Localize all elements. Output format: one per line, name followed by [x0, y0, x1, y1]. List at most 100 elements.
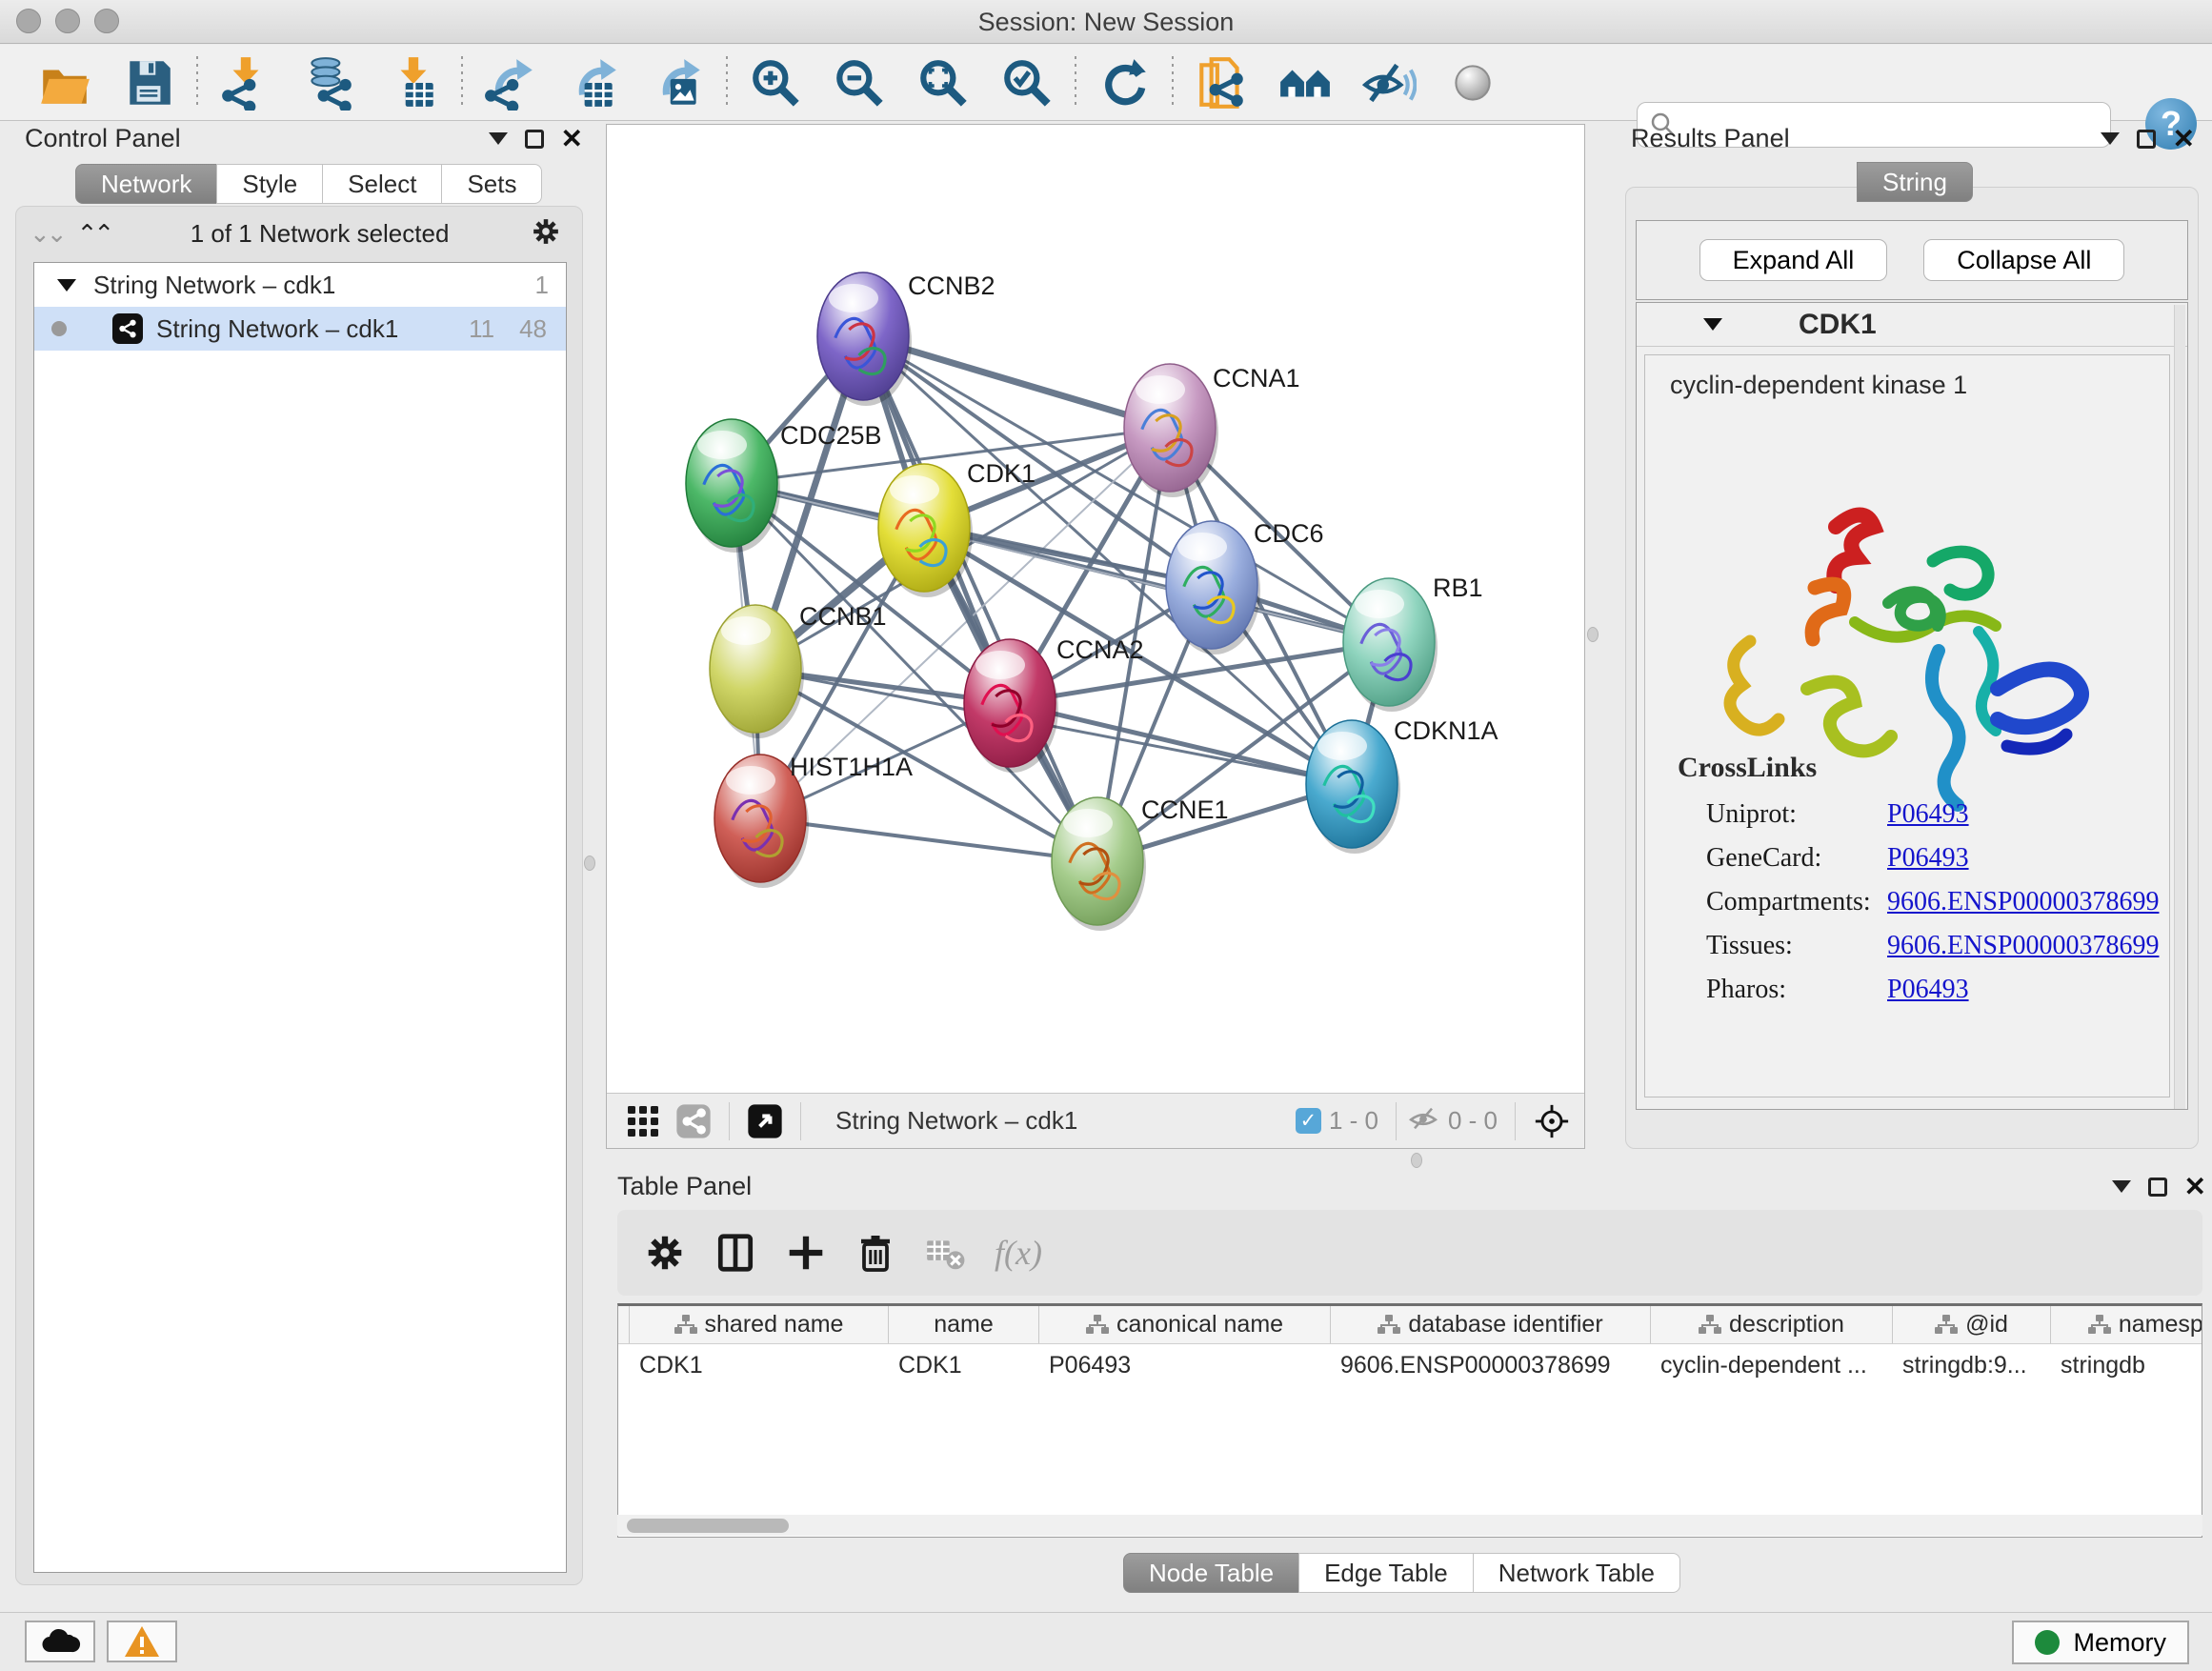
tree-expand-icon[interactable]: [57, 279, 76, 292]
home-pages-button[interactable]: [1263, 52, 1347, 113]
add-column-icon[interactable]: [785, 1232, 827, 1274]
string-view-icon[interactable]: [675, 1103, 712, 1139]
crosslink-link[interactable]: 9606.ENSP00000378699: [1887, 931, 2159, 961]
crosslink-link[interactable]: P06493: [1887, 975, 1969, 1005]
birdseye-toggle-icon[interactable]: [747, 1103, 783, 1139]
results-collapse-icon[interactable]: [2101, 132, 2120, 145]
warnings-button[interactable]: [107, 1621, 177, 1662]
column-header-label: @id: [1965, 1311, 2008, 1339]
collapse-all-button[interactable]: Collapse All: [1923, 239, 2124, 281]
network-node-cdc25b[interactable]: CDC25B: [686, 419, 882, 553]
tab-select[interactable]: Select: [322, 164, 442, 204]
zoom-selected-icon: [999, 55, 1055, 111]
tab-style[interactable]: Style: [216, 164, 323, 204]
cloud-status-button[interactable]: [25, 1621, 95, 1662]
network-node-ccne1[interactable]: CCNE1: [1052, 795, 1229, 931]
column-header-database-identifier[interactable]: database identifier: [1331, 1306, 1651, 1343]
hide-unhide-button[interactable]: [1347, 52, 1431, 113]
export-network-button[interactable]: [469, 52, 553, 113]
expand-all-button[interactable]: Expand All: [1699, 239, 1888, 281]
crosslink-row: Uniprot:P06493: [1706, 799, 2169, 830]
table-row[interactable]: CDK1CDK1P064939606.ENSP00000378699cyclin…: [618, 1344, 2202, 1386]
tab-edge-table[interactable]: Edge Table: [1298, 1553, 1474, 1593]
toolbar-separator: [196, 56, 198, 110]
table-close-icon[interactable]: ✕: [2184, 1178, 2206, 1197]
collection-name: String Network – cdk1: [93, 271, 535, 300]
network-options-gear-icon[interactable]: [529, 214, 563, 253]
open-session-button[interactable]: [23, 52, 107, 113]
export-image-button[interactable]: [636, 52, 720, 113]
node-label-ccna2: CCNA2: [1056, 635, 1144, 664]
network-collection-row[interactable]: String Network – cdk1 1: [34, 263, 566, 307]
gene-name: CDK1: [1799, 309, 1877, 341]
crosslink-link[interactable]: 9606.ENSP00000378699: [1887, 887, 2159, 917]
tab-node-table[interactable]: Node Table: [1123, 1553, 1299, 1593]
network-node-ccnb1[interactable]: CCNB1: [710, 602, 887, 738]
results-scrollbar[interactable]: [2174, 305, 2185, 1109]
table-settings-gear-icon[interactable]: [644, 1232, 686, 1274]
table-panel: Table Panel ✕ f(x) shared namenamecanoni…: [606, 1164, 2204, 1604]
crosslink-link[interactable]: P06493: [1887, 843, 1969, 874]
tab-sets[interactable]: Sets: [441, 164, 542, 204]
network-node-hist1h1a[interactable]: HIST1H1A: [714, 753, 913, 888]
table-cell: CDK1: [630, 1352, 889, 1379]
results-float-icon[interactable]: [2137, 130, 2156, 149]
gene-header-row[interactable]: CDK1: [1637, 303, 2187, 347]
network-node-ccna1[interactable]: CCNA1: [1124, 364, 1300, 497]
collapse-all-icon[interactable]: ⌄⌄: [30, 219, 64, 249]
column-header-id[interactable]: @id: [1893, 1306, 2051, 1343]
panel-close-icon[interactable]: ✕: [561, 130, 583, 149]
bottom-splitter-handle[interactable]: [1411, 1153, 1422, 1168]
network-node-rb1[interactable]: RB1: [1343, 574, 1483, 712]
network-node-ccnb2[interactable]: CCNB2: [817, 272, 995, 406]
delete-column-trash-icon[interactable]: [855, 1233, 895, 1273]
zoom-out-button[interactable]: [817, 52, 901, 113]
selected-checkbox[interactable]: ✓: [1296, 1108, 1321, 1134]
right-splitter-handle[interactable]: [1587, 627, 1599, 642]
show-columns-icon[interactable]: [714, 1232, 756, 1274]
tab-string[interactable]: String: [1857, 162, 1973, 202]
import-network-database-button[interactable]: [288, 52, 372, 113]
home-pages-icon: [1277, 55, 1333, 111]
network-node-cdkn1a[interactable]: CDKN1A: [1306, 716, 1498, 854]
table-hscrollbar-thumb[interactable]: [627, 1519, 789, 1533]
table-float-icon[interactable]: [2148, 1178, 2167, 1197]
import-table-file-button[interactable]: [372, 52, 455, 113]
memory-button[interactable]: Memory: [2012, 1621, 2189, 1664]
hidden-eye-icon: [1406, 1101, 1440, 1140]
import-table-file-icon: [386, 55, 441, 111]
export-table-button[interactable]: [553, 52, 636, 113]
network-node-cdk1[interactable]: CDK1: [878, 459, 1036, 597]
tab-network[interactable]: Network: [75, 164, 217, 204]
share-document-button[interactable]: [1179, 52, 1263, 113]
panel-float-icon[interactable]: [525, 130, 544, 149]
grid-view-icon[interactable]: [626, 1104, 660, 1138]
table-cell: stringdb:9...: [1893, 1352, 2051, 1379]
column-header-shared-name[interactable]: shared name: [630, 1306, 889, 1343]
left-splitter-handle[interactable]: [584, 856, 595, 871]
save-session-button[interactable]: [107, 52, 191, 113]
network-node-cdc6[interactable]: CDC6: [1166, 519, 1324, 654]
zoom-in-icon: [748, 55, 803, 111]
expand-all-icon[interactable]: ⌃⌃: [77, 219, 111, 249]
zoom-in-button[interactable]: [734, 52, 817, 113]
panel-collapse-icon[interactable]: [489, 132, 508, 145]
gene-collapse-icon[interactable]: [1703, 318, 1722, 331]
zoom-fit-button[interactable]: [901, 52, 985, 113]
column-header-namespace[interactable]: namespace: [2051, 1306, 2202, 1343]
column-header-canonical-name[interactable]: canonical name: [1039, 1306, 1331, 1343]
table-collapse-icon[interactable]: [2112, 1180, 2131, 1193]
network-row[interactable]: String Network – cdk1 11 48: [34, 307, 566, 351]
network-canvas[interactable]: CCNB2 CCNA1 CDC25BCDK1 CDC6RB1 CCNB1 CCNA2 CDK…: [607, 125, 1584, 1093]
results-close-icon[interactable]: ✕: [2173, 130, 2195, 149]
fit-selected-crosshair-icon[interactable]: [1533, 1102, 1571, 1140]
import-network-file-button[interactable]: [204, 52, 288, 113]
column-header-name[interactable]: name: [889, 1306, 1039, 1343]
column-header-description[interactable]: description: [1651, 1306, 1893, 1343]
tab-network-table[interactable]: Network Table: [1473, 1553, 1680, 1593]
toggle-birdseye-button[interactable]: [1431, 52, 1515, 113]
crosslink-link[interactable]: P06493: [1887, 799, 1969, 830]
crosslink-row: Tissues:9606.ENSP00000378699: [1706, 931, 2169, 961]
refresh-view-button[interactable]: [1082, 52, 1166, 113]
zoom-selected-button[interactable]: [985, 52, 1069, 113]
